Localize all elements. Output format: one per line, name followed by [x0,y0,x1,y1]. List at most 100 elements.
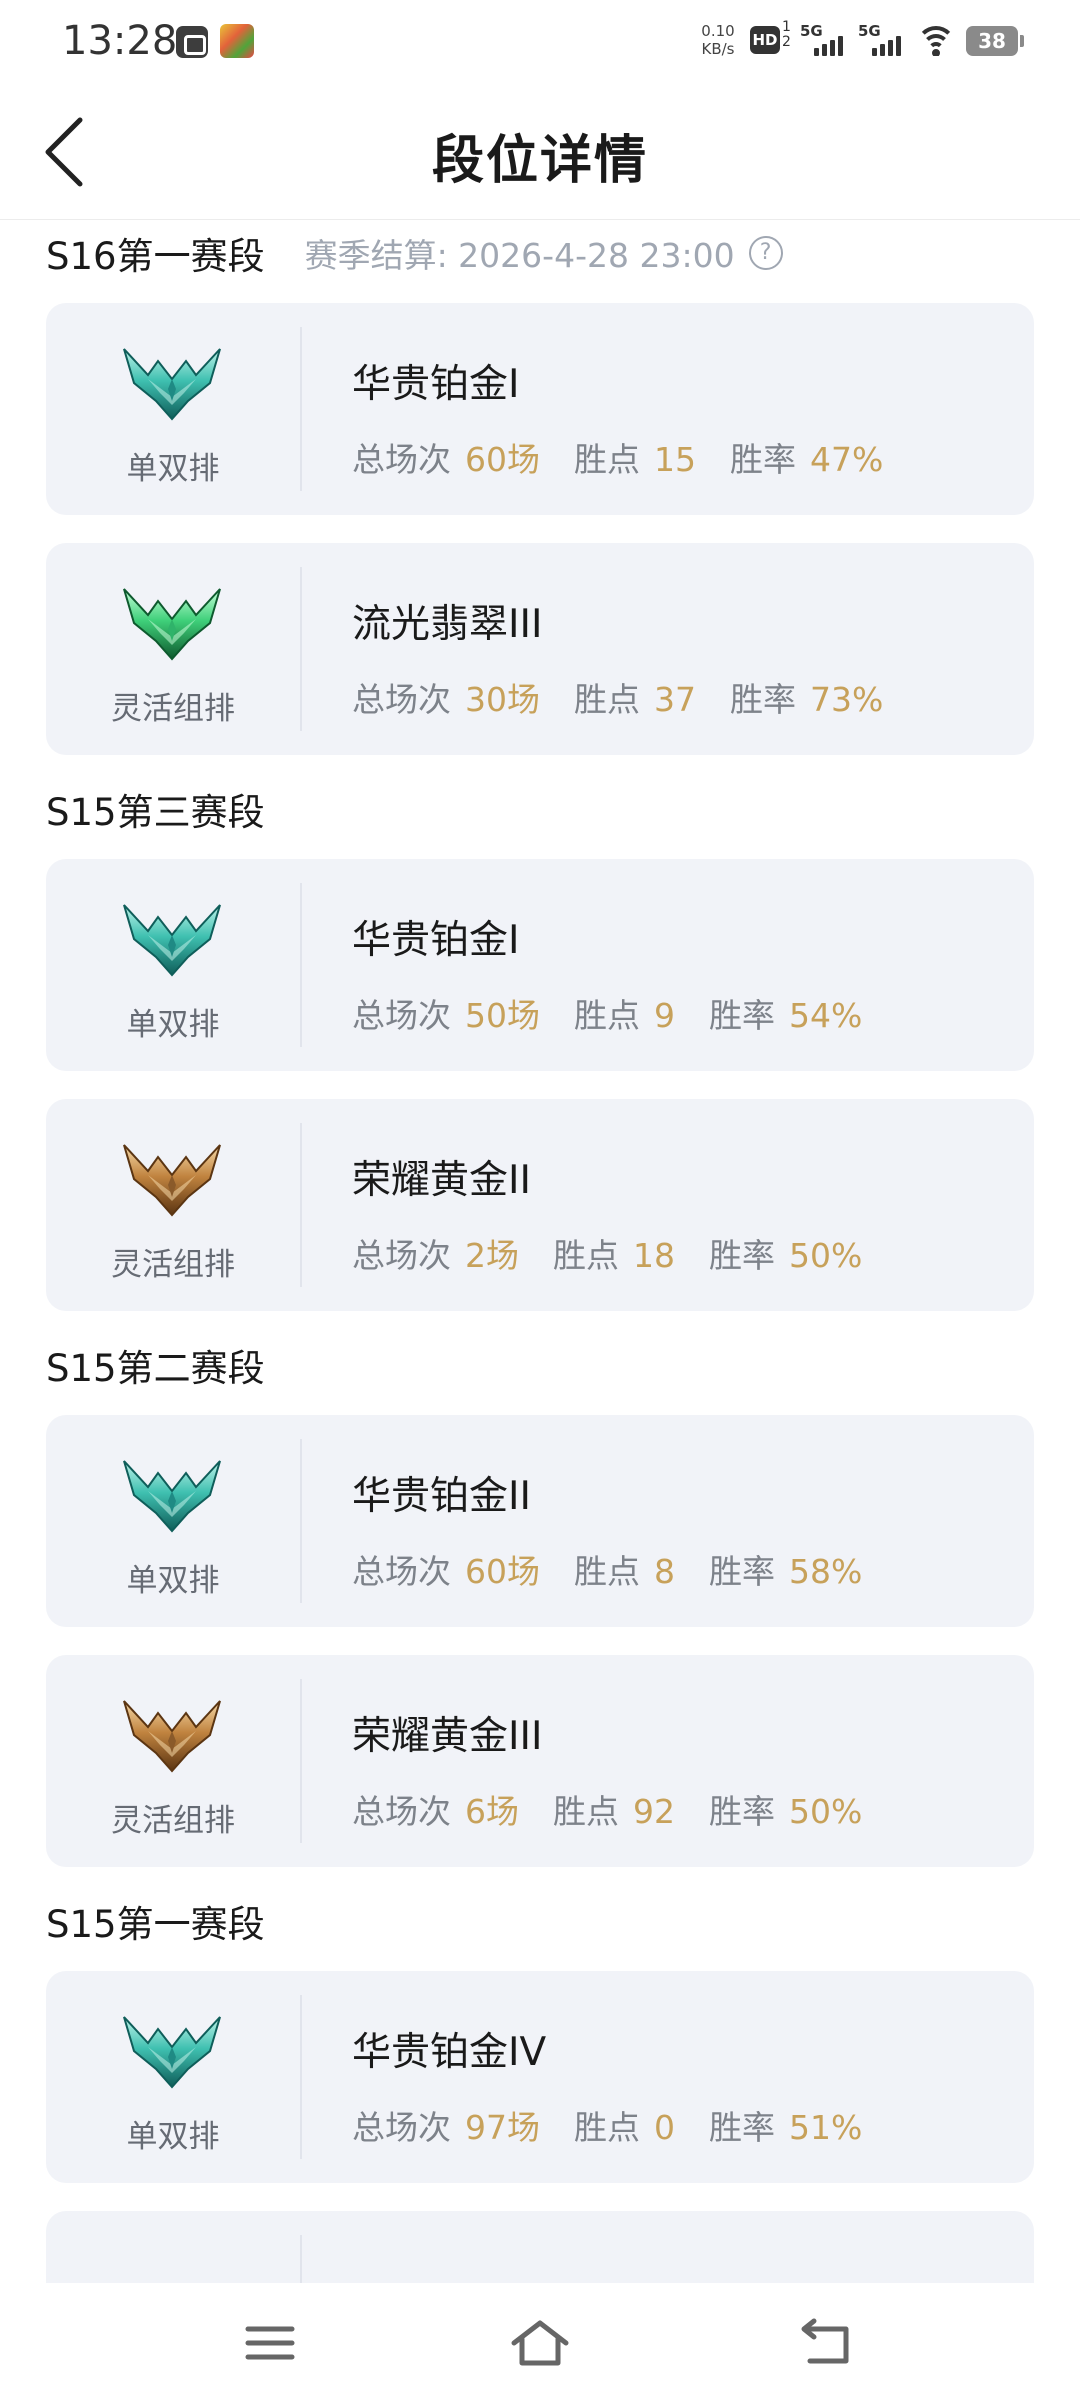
points-value: 9 [654,996,675,1035]
rank-name: 荣耀黄金II [352,1158,532,1203]
rank-badge-column: 单双排 [46,1415,300,1627]
column-divider [300,1995,302,2159]
win-rate-label: 胜率 [709,1236,775,1275]
points-label: 胜点 [574,680,640,719]
rank-stats: 总场次 97场 胜点 0 胜率 51% [352,2101,862,2149]
rank-name: 荣耀黄金III [352,1714,543,1759]
queue-type-label: 灵活组排 [111,1247,235,1283]
games-label: 总场次 [352,680,451,719]
rank-badge-column: 单双排 [46,859,300,1071]
season-spacer [0,755,1080,777]
rank-badge-column: 单双排 [46,303,300,515]
column-divider [300,1679,302,1843]
queue-type-label: 单双排 [126,2119,220,2155]
app-root: 13:28 0.10 KB/s HD 1 2 5G 5G 38 段位详情 S16… [0,0,1080,2408]
rank-card-partial[interactable] [46,2211,1034,2283]
column-divider [300,1123,302,1287]
network-speed-value: 0.10 [701,22,735,40]
column-divider [300,883,302,1047]
rank-name: 华贵铂金II [352,1474,532,1519]
rank-badge-column: 灵活组排 [46,543,300,755]
nav-back-button[interactable] [786,2313,866,2373]
season-title: S15第一赛段 [46,1903,265,1946]
gold-rank-emblem-icon [118,1691,226,1775]
rank-name: 华贵铂金IV [352,2030,547,2075]
platinum-rank-emblem-icon [118,1451,226,1535]
points-label: 胜点 [574,996,640,1035]
games-value: 60场 [465,440,540,479]
season-settlement-note: 赛季结算: 2026-4-28 23:00 [304,236,735,275]
season-header: S16第一赛段 赛季结算: 2026-4-28 23:00? [0,221,1080,285]
rank-stats: 总场次 60场 胜点 15 胜率 47% [352,433,883,481]
season-spacer [0,1867,1080,1889]
points-label: 胜点 [553,1236,619,1275]
season-header: S15第二赛段 [0,1333,1080,1397]
games-label: 总场次 [352,1552,451,1591]
games-value: 2场 [465,1236,519,1275]
rank-card[interactable]: 单双排 华贵铂金II 总场次 60场 胜点 8 胜率 58% [46,1415,1034,1627]
rank-card[interactable]: 灵活组排 荣耀黄金III 总场次 6场 胜点 92 胜率 50% [46,1655,1034,1867]
season-header: S15第三赛段 [0,777,1080,841]
season-spacer [0,1311,1080,1333]
column-divider [300,2235,302,2283]
rank-card[interactable]: 单双排 华贵铂金IV 总场次 97场 胜点 0 胜率 51% [46,1971,1034,2183]
queue-type-label: 灵活组排 [111,1803,235,1839]
rank-name: 华贵铂金I [352,362,520,407]
network-speed-unit: KB/s [701,40,735,58]
win-rate-label: 胜率 [709,1792,775,1831]
nav-menu-button[interactable] [230,2313,310,2373]
points-value: 15 [654,440,696,479]
rank-badge-column: 灵活组排 [46,1099,300,1311]
rank-stats: 总场次 2场 胜点 18 胜率 50% [352,1229,862,1277]
rank-stats: 总场次 30场 胜点 37 胜率 73% [352,673,883,721]
network-speed: 0.10 KB/s [698,22,738,58]
rank-stats: 总场次 60场 胜点 8 胜率 58% [352,1545,862,1593]
signal-icon: 5G [858,22,904,58]
menu-icon [245,2326,295,2360]
points-value: 92 [633,1792,675,1831]
win-rate-value: 51% [789,2108,863,2147]
games-value: 30场 [465,680,540,719]
win-rate-label: 胜率 [709,996,775,1035]
rank-name: 流光翡翠III [352,602,543,647]
column-divider [300,567,302,731]
points-label: 胜点 [574,1552,640,1591]
win-rate-label: 胜率 [730,440,796,479]
games-label: 总场次 [352,2108,451,2147]
rank-history-list[interactable]: S16第一赛段 赛季结算: 2026-4-28 23:00? 单双排 华贵铂金I 总场次… [0,221,1080,2283]
points-value: 37 [654,680,696,719]
emerald-rank-emblem-icon [118,579,226,663]
rank-name: 华贵铂金I [352,918,520,963]
points-label: 胜点 [553,1792,619,1831]
help-icon[interactable]: ? [748,236,783,270]
rank-badge-column: 单双排 [46,1971,300,2183]
rank-card[interactable]: 单双排 华贵铂金I 总场次 50场 胜点 9 胜率 54% [46,859,1034,1071]
win-rate-value: 50% [789,1236,863,1275]
points-label: 胜点 [574,2108,640,2147]
status-time: 13:28 [62,18,178,64]
rank-card[interactable]: 单双排 华贵铂金I 总场次 60场 胜点 15 胜率 47% [46,303,1034,515]
sim2-network-label: 5G [858,22,881,40]
platinum-rank-emblem-icon [118,339,226,423]
win-rate-label: 胜率 [730,680,796,719]
page-title: 段位详情 [431,131,648,191]
nav-home-button[interactable] [500,2313,580,2373]
column-divider [300,327,302,491]
wifi-icon [916,24,956,56]
signal-icon: 5G [800,22,846,58]
hd-voice-icon: HD [750,26,780,54]
rank-card[interactable]: 灵活组排 流光翡翠III 总场次 30场 胜点 37 胜率 73% [46,543,1034,755]
win-rate-value: 73% [810,680,884,719]
queue-type-label: 单双排 [126,1007,220,1043]
status-bar: 13:28 0.10 KB/s HD 1 2 5G 5G 38 [0,0,1080,84]
points-value: 8 [654,1552,675,1591]
games-value: 97场 [465,2108,540,2147]
battery-icon: 38 [966,26,1024,56]
rank-card[interactable]: 灵活组排 荣耀黄金II 总场次 2场 胜点 18 胜率 50% [46,1099,1034,1311]
queue-type-label: 单双排 [126,1563,220,1599]
points-value: 18 [633,1236,675,1275]
gold-rank-emblem-icon [118,1135,226,1219]
rank-stats: 总场次 6场 胜点 92 胜率 50% [352,1785,862,1833]
season-title: S15第二赛段 [46,1347,265,1390]
app-notification-icon [176,26,208,58]
